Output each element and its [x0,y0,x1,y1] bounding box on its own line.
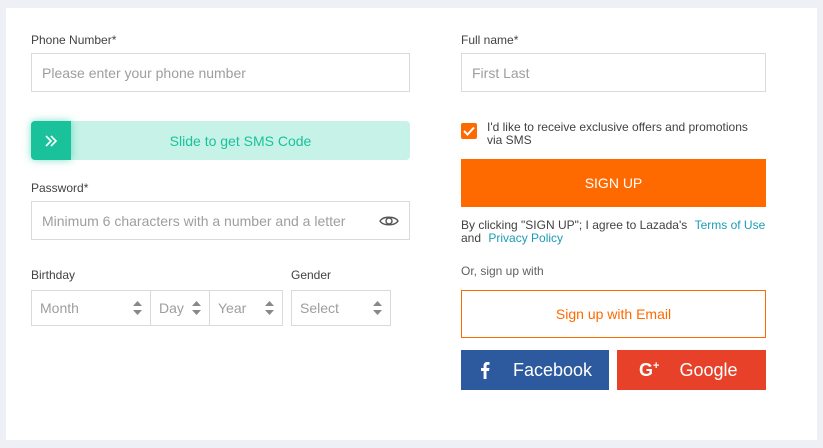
password-input[interactable]: Minimum 6 characters with a number and a… [31,201,410,240]
sign-up-button[interactable]: SIGN UP [461,159,766,207]
terms-of-use-link[interactable]: Terms of Use [695,218,766,232]
full-name-input[interactable]: First Last [461,53,766,92]
birthday-label: Birthday [31,268,76,282]
month-value: Month [40,300,79,316]
terms-text: By clicking "SIGN UP"; I agree to Lazada… [461,219,771,245]
offers-line2: via SMS [487,133,532,147]
gender-select[interactable]: Select [291,290,391,326]
full-name-label: Full name* [461,33,519,47]
select-arrows-icon [265,301,274,315]
day-value: Day [159,300,184,316]
gender-value: Select [300,300,339,316]
facebook-button[interactable]: Facebook [461,350,609,390]
month-select[interactable]: Month [31,290,151,326]
year-select[interactable]: Year [209,290,283,326]
facebook-label: Facebook [513,359,593,380]
or-sign-up-text: Or, sign up with [461,264,544,278]
select-arrows-icon [373,301,382,315]
eye-icon[interactable] [379,214,399,228]
password-placeholder: Minimum 6 characters with a number and a… [42,212,346,229]
sms-slider[interactable]: Slide to get SMS Code [31,121,410,160]
day-select[interactable]: Day [150,290,210,326]
slider-handle[interactable] [31,121,71,160]
terms-and: and [461,231,482,245]
double-chevron-right-icon [45,134,58,147]
full-name-placeholder: First Last [472,64,530,81]
checkmark-icon [463,126,475,136]
password-label: Password* [31,181,89,195]
terms-prefix: By clicking "SIGN UP"; I agree to Lazada… [461,218,688,232]
facebook-icon [481,362,490,379]
google-button[interactable]: G+ Google [617,350,766,390]
google-plus-icon: G+ [639,359,660,380]
slider-text: Slide to get SMS Code [169,132,312,149]
year-value: Year [218,300,247,316]
select-arrows-icon [192,301,201,315]
privacy-policy-link[interactable]: Privacy Policy [488,231,563,245]
select-arrows-icon [133,301,142,315]
google-label: Google [679,359,738,380]
phone-input[interactable]: Please enter your phone number [31,53,410,92]
offers-checkbox[interactable] [461,123,477,139]
offers-text: I'd like to receive exclusive offers and… [487,121,748,147]
phone-label: Phone Number* [31,33,117,47]
phone-placeholder: Please enter your phone number [42,64,246,81]
gender-label: Gender [291,268,332,282]
sign-up-email-button[interactable]: Sign up with Email [461,290,766,338]
